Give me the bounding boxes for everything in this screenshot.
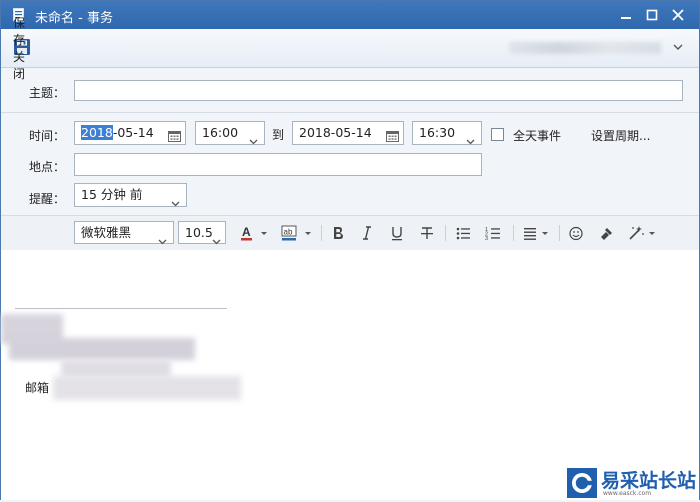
maximize-icon[interactable] (642, 6, 662, 24)
signature-redacted (53, 376, 241, 400)
all-day-checkbox[interactable] (491, 128, 504, 141)
highlight-color-button[interactable]: ab (281, 224, 315, 242)
site-url: www.easck.com (603, 490, 652, 497)
site-name: 易采站长站 (601, 470, 697, 492)
end-date-value: 2018-05-14 (299, 125, 372, 140)
signature-email-label: 邮箱 (25, 381, 50, 395)
text-color-button[interactable]: A (239, 224, 267, 242)
start-time-dropdown[interactable]: 16:00 (195, 121, 265, 145)
chevron-down-icon (212, 230, 221, 251)
italic-button[interactable] (358, 224, 376, 242)
emoji-button[interactable] (567, 224, 585, 242)
event-window: 未命名 - 事务 保存关闭 主题： 时间： 2018-05-14 16:00 到… (0, 0, 700, 500)
svg-text:3: 3 (485, 236, 488, 242)
toolbar-separator (559, 225, 560, 241)
italic-icon (363, 226, 371, 240)
save-close-button[interactable]: 保存关闭 (13, 16, 31, 81)
start-time-value: 16:00 (202, 125, 239, 140)
chevron-down-icon (158, 230, 167, 251)
formatting-toolbar: 微软雅黑 10.5 A ab 123 (1, 215, 699, 251)
text-color-icon: A (242, 225, 251, 239)
chevron-down-icon (466, 130, 475, 152)
chevron-down-icon (171, 192, 180, 214)
site-watermark: 易采站长站 www.easck.com (565, 465, 699, 499)
signature-redacted (9, 338, 195, 360)
svg-text:ab: ab (284, 228, 293, 237)
to-label: 到 (272, 128, 285, 142)
account-name-redacted (509, 42, 661, 54)
window-title: 未命名 - 事务 (35, 11, 113, 26)
reminder-label: 提醒： (29, 192, 66, 206)
minimize-icon[interactable] (616, 6, 636, 24)
end-date-picker[interactable]: 2018-05-14 (292, 121, 404, 145)
calendar-icon[interactable] (386, 127, 399, 149)
title-bar[interactable]: 未命名 - 事务 (1, 1, 699, 29)
align-button[interactable] (522, 224, 552, 242)
reminder-dropdown[interactable]: 15 分钟 前 (74, 183, 187, 207)
start-date-year-selected: 2018 (81, 125, 113, 140)
editor-body[interactable]: 邮箱 (1, 250, 699, 500)
subject-input[interactable] (74, 80, 683, 101)
subject-row: 主题： (1, 68, 699, 113)
toolbar-separator (513, 225, 514, 241)
close-icon[interactable] (668, 6, 688, 24)
magic-wand-button[interactable] (627, 224, 659, 242)
location-input[interactable] (74, 153, 482, 176)
set-recurrence-link[interactable]: 设置周期... (591, 127, 650, 144)
bulleted-list-button[interactable] (454, 224, 472, 242)
toolbar-separator (445, 225, 446, 241)
subject-label: 主题： (29, 86, 66, 100)
start-date-rest: -05-14 (112, 125, 154, 140)
chevron-down-icon[interactable] (673, 41, 683, 55)
font-family-value: 微软雅黑 (81, 225, 132, 240)
bold-icon (334, 227, 343, 239)
end-time-dropdown[interactable]: 16:30 (412, 121, 482, 145)
signature-divider (15, 308, 227, 309)
reminder-value: 15 分钟 前 (81, 187, 143, 202)
start-date-picker[interactable]: 2018-05-14 (74, 121, 186, 145)
bold-button[interactable] (329, 224, 347, 242)
font-size-dropdown[interactable]: 10.5 (178, 221, 226, 245)
font-size-value: 10.5 (185, 225, 213, 240)
main-toolbar: 保存关闭 (1, 16, 699, 81)
time-label: 时间： (29, 129, 66, 143)
strikethrough-button[interactable] (418, 224, 436, 242)
toolbar-separator (321, 225, 322, 241)
format-painter-button[interactable] (597, 224, 615, 242)
numbered-list-button[interactable]: 123 (484, 224, 502, 242)
chevron-down-icon (249, 130, 258, 152)
calendar-icon[interactable] (168, 127, 181, 149)
font-family-dropdown[interactable]: 微软雅黑 (74, 221, 174, 245)
underline-button[interactable] (388, 224, 406, 242)
all-day-label[interactable]: 全天事件 (513, 127, 561, 144)
end-time-value: 16:30 (419, 125, 456, 140)
location-label: 地点： (29, 160, 66, 174)
